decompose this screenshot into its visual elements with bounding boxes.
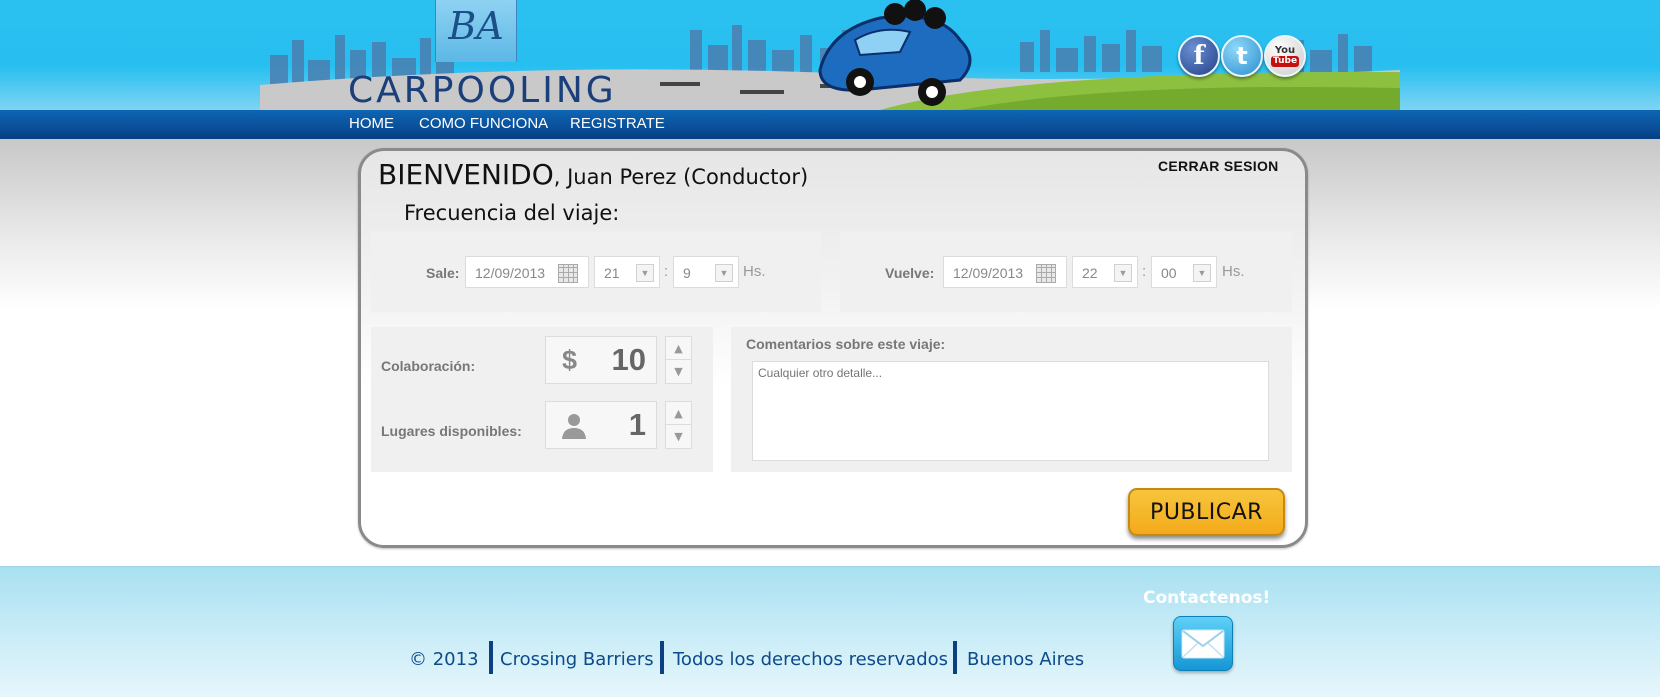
footer-separator	[489, 641, 493, 674]
stepper-down-icon[interactable]: ▼	[666, 360, 691, 383]
trip-details-box	[371, 327, 713, 472]
time-colon: :	[1142, 263, 1147, 280]
envelope-icon	[1181, 629, 1225, 658]
logo-wordmark[interactable]: CARPOOLING	[348, 70, 617, 110]
welcome-heading: BIENVENIDO, Juan Perez (Conductor)	[378, 158, 808, 191]
departure-date-field[interactable]: 12/09/2013	[465, 256, 589, 288]
footer-rights: Todos los derechos reservados	[673, 649, 949, 670]
departure-label: Sale:	[426, 265, 460, 281]
mail-icon[interactable]	[1173, 616, 1233, 671]
collaboration-value: 10	[611, 342, 646, 377]
dropdown-arrow-icon[interactable]: ▼	[1193, 264, 1211, 282]
contact-title: Contactenos!	[1143, 588, 1271, 608]
twitter-icon[interactable]: t	[1221, 35, 1263, 77]
facebook-icon[interactable]: f	[1178, 35, 1220, 77]
youtube-icon[interactable]: You Tube	[1264, 35, 1306, 77]
dropdown-arrow-icon[interactable]: ▼	[715, 264, 733, 282]
nav-como-funciona[interactable]: COMO FUNCIONA	[419, 115, 548, 132]
calendar-icon[interactable]	[558, 264, 578, 283]
logo-badge[interactable]: BA	[435, 0, 517, 62]
stepper-down-icon[interactable]: ▼	[666, 425, 691, 448]
publish-button[interactable]: PUBLICAR	[1128, 488, 1285, 536]
departure-minute-select[interactable]: 9 ▼	[673, 256, 739, 288]
time-colon: :	[664, 263, 669, 280]
return-hour-value: 22	[1082, 265, 1098, 281]
departure-hour-select[interactable]: 21 ▼	[594, 256, 660, 288]
collaboration-label: Colaboración:	[381, 358, 476, 374]
currency-symbol: $	[562, 345, 578, 375]
stepper-up-icon[interactable]: ▲	[666, 402, 691, 425]
site-header: BA CARPOOLING f t You Tube	[0, 0, 1660, 110]
stepper-up-icon[interactable]: ▲	[666, 337, 691, 360]
hours-unit: Hs.	[1222, 263, 1245, 280]
hours-unit: Hs.	[743, 263, 766, 280]
return-minute-select[interactable]: 00 ▼	[1151, 256, 1217, 288]
person-icon	[562, 414, 586, 439]
welcome-title: BIENVENIDO	[378, 158, 554, 191]
main-nav: HOME COMO FUNCIONA REGISTRATE	[0, 110, 1660, 139]
return-hour-select[interactable]: 22 ▼	[1072, 256, 1138, 288]
return-date-field[interactable]: 12/09/2013	[943, 256, 1067, 288]
seats-value: 1	[628, 407, 646, 442]
nav-home[interactable]: HOME	[349, 115, 394, 132]
seats-field[interactable]: 1	[545, 401, 657, 449]
comments-label: Comentarios sobre este viaje:	[746, 336, 946, 352]
footer-copyright: © 2013	[409, 649, 479, 670]
return-label: Vuelve:	[885, 265, 935, 281]
welcome-user: , Juan Perez (Conductor)	[553, 165, 809, 189]
return-minute-value: 00	[1161, 265, 1177, 281]
departure-date-value: 12/09/2013	[475, 265, 546, 281]
return-date-value: 12/09/2013	[953, 265, 1024, 281]
comments-textarea[interactable]	[752, 361, 1269, 461]
nav-registrate[interactable]: REGISTRATE	[570, 115, 665, 132]
footer-separator	[953, 641, 957, 674]
footer-company: Crossing Barriers	[500, 649, 654, 670]
site-footer	[0, 566, 1660, 697]
seats-label: Lugares disponibles:	[381, 423, 522, 439]
dropdown-arrow-icon[interactable]: ▼	[1114, 264, 1132, 282]
departure-hour-value: 21	[604, 265, 620, 281]
departure-minute-value: 9	[683, 265, 691, 281]
logo-initials: BA	[448, 4, 504, 48]
seats-stepper[interactable]: ▲ ▼	[665, 401, 692, 449]
collaboration-field[interactable]: $ 10	[545, 336, 657, 384]
footer-city: Buenos Aires	[967, 649, 1085, 670]
logout-link[interactable]: CERRAR SESION	[1158, 158, 1279, 174]
dropdown-arrow-icon[interactable]: ▼	[636, 264, 654, 282]
frequency-title: Frecuencia del viaje:	[404, 201, 620, 225]
collaboration-stepper[interactable]: ▲ ▼	[665, 336, 692, 384]
footer-separator	[660, 641, 664, 674]
calendar-icon[interactable]	[1036, 264, 1056, 283]
